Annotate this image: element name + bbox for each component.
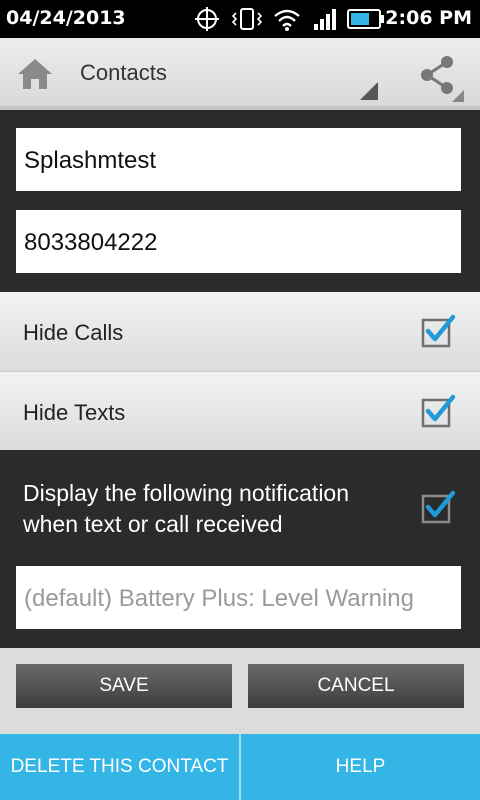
share-icon[interactable] [416, 54, 464, 102]
status-bar: 04/24/2013 2:06 PM [0, 0, 480, 38]
home-icon[interactable] [16, 56, 54, 92]
wifi-icon [274, 9, 300, 31]
save-button[interactable]: SAVE [16, 664, 232, 708]
hide-texts-checkbox[interactable] [421, 394, 455, 428]
contact-name-field[interactable]: Splashmtest [16, 128, 461, 191]
notification-section: Display the following notification when … [0, 450, 480, 648]
status-date: 04/24/2013 [6, 7, 126, 29]
battery-icon [347, 9, 384, 29]
location-icon [195, 7, 219, 31]
button-bar: SAVE CANCEL [0, 648, 480, 734]
delete-contact-button[interactable]: DELETE THIS CONTACT [0, 734, 239, 800]
notification-select[interactable]: (default) Battery Plus: Level Warning [16, 566, 461, 629]
page-title[interactable]: Contacts [80, 60, 167, 86]
vibrate-icon [231, 8, 263, 30]
hide-calls-checkbox[interactable] [421, 314, 455, 348]
hide-texts-label: Hide Texts [23, 400, 126, 425]
contact-form: Splashmtest 8033804222 [0, 110, 480, 292]
status-icons [192, 6, 390, 32]
help-button[interactable]: HELP [241, 734, 480, 800]
hide-calls-label: Hide Calls [23, 320, 124, 345]
hide-calls-row[interactable]: Hide Calls [0, 292, 480, 371]
signal-icon [314, 9, 336, 30]
bottom-bar: DELETE THIS CONTACT HELP [0, 734, 480, 800]
notification-label: Display the following notification when … [23, 480, 350, 537]
dropdown-corner-icon [360, 82, 378, 100]
cancel-button[interactable]: CANCEL [248, 664, 464, 708]
action-bar: Contacts [0, 38, 480, 110]
notification-checkbox[interactable] [421, 490, 455, 524]
contact-phone-field[interactable]: 8033804222 [16, 210, 461, 273]
hide-texts-row[interactable]: Hide Texts [0, 371, 480, 450]
status-time: 2:06 PM [385, 7, 472, 29]
